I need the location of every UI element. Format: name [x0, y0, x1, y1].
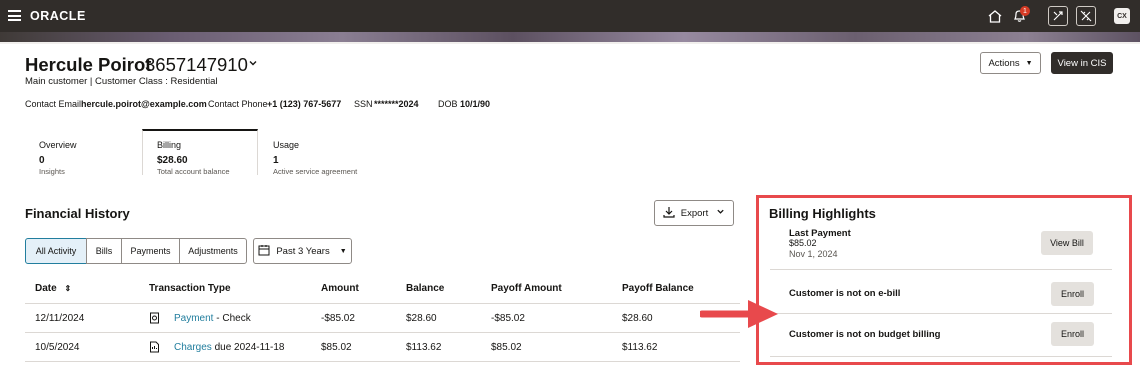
charges-link[interactable]: Charges [174, 342, 212, 353]
column-header-amount: Amount [321, 283, 359, 294]
cell-amount: $85.02 [321, 342, 352, 353]
table-divider [25, 332, 740, 333]
panel-divider [770, 356, 1112, 357]
dob-label: DOB [438, 99, 458, 109]
panel-divider [770, 269, 1112, 270]
cell-payoff-balance: $28.60 [622, 313, 653, 324]
dob-value: 10/1/90 [460, 99, 491, 109]
column-header-payoff-amount: Payoff Amount [491, 283, 562, 294]
sort-icon[interactable]: ⇕ [64, 284, 71, 293]
customer-name: Hercule Poirot [25, 54, 152, 75]
ssn-value: *******2024 [374, 99, 419, 109]
top-bar: ORACLE 1 CX [0, 0, 1140, 32]
notification-bell-icon[interactable]: 1 [1009, 6, 1030, 26]
table-divider [25, 361, 740, 362]
cell-date: 12/11/2024 [35, 313, 85, 324]
cell-transaction-type: Payment - Check [174, 313, 251, 324]
filter-payments[interactable]: Payments [121, 238, 180, 264]
callout-arrow-icon [700, 300, 778, 328]
filter-all-activity[interactable]: All Activity [25, 238, 87, 264]
view-in-cis-button[interactable]: View in CIS [1051, 52, 1113, 74]
oracle-logo: ORACLE [30, 9, 86, 23]
cell-payoff-balance: $113.62 [622, 342, 658, 353]
banner-divider [0, 42, 1140, 44]
column-header-payoff-balance: Payoff Balance [622, 283, 694, 294]
customer-subtitle: Main customer | Customer Class : Residen… [25, 76, 218, 87]
cell-transaction-type: Charges due 2024-11-18 [174, 342, 285, 353]
decorative-banner [0, 32, 1140, 42]
filter-bills[interactable]: Bills [86, 238, 122, 264]
contact-email: hercule.poirot@example.com [81, 99, 207, 109]
tools-icon[interactable] [1048, 6, 1068, 26]
notification-badge: 1 [1020, 6, 1030, 16]
caret-down-icon: ▼ [339, 247, 347, 255]
caret-down-icon: ▼ [1025, 59, 1033, 67]
calendar-icon [258, 244, 270, 259]
last-payment-amount: $85.02 [789, 238, 817, 248]
column-header-transaction-type: Transaction Type [149, 283, 231, 294]
avatar[interactable]: CX [1114, 8, 1130, 24]
actions-button[interactable]: Actions ▼ [980, 52, 1041, 74]
table-divider [25, 303, 740, 304]
cell-balance: $28.60 [406, 313, 437, 324]
panel-divider [770, 313, 1112, 314]
chevron-down-icon [716, 207, 725, 219]
ssn-label: SSN [354, 99, 373, 109]
receipt-icon [149, 312, 160, 327]
billing-card[interactable]: Billing $28.60 Total account balance [142, 129, 258, 176]
budget-billing-status-text: Customer is not on budget billing [789, 329, 941, 340]
disconnect-icon[interactable] [1076, 6, 1096, 26]
billing-highlights-title: Billing Highlights [769, 206, 876, 221]
filter-adjustments[interactable]: Adjustments [179, 238, 247, 264]
export-button[interactable]: Export [654, 200, 734, 226]
usage-card[interactable]: Usage 1 Active service agreement [259, 131, 375, 177]
column-header-date[interactable]: Date ⇕ [35, 283, 71, 294]
cell-amount: -$85.02 [321, 313, 355, 324]
payment-link[interactable]: Payment [174, 313, 213, 324]
contact-phone: +1 (123) 767-5677 [267, 99, 342, 109]
contact-phone-label: Contact Phone [208, 99, 268, 109]
download-icon [663, 206, 675, 221]
contact-email-label: Contact Email [25, 99, 82, 109]
bill-document-icon [149, 341, 160, 356]
home-icon[interactable] [985, 6, 1005, 26]
chevron-down-icon[interactable] [248, 56, 258, 71]
financial-history-title: Financial History [25, 206, 130, 221]
cell-date: 10/5/2024 [35, 342, 80, 353]
cell-payoff-amount: -$85.02 [491, 313, 525, 324]
view-bill-button[interactable]: View Bill [1041, 231, 1093, 255]
column-header-balance: Balance [406, 283, 445, 294]
enroll-ebill-button[interactable]: Enroll [1051, 282, 1094, 306]
period-select[interactable]: Past 3 Years ▼ [253, 238, 352, 264]
enroll-budget-button[interactable]: Enroll [1051, 322, 1094, 346]
last-payment-date: Nov 1, 2024 [789, 249, 838, 259]
hamburger-menu-icon[interactable] [8, 10, 21, 21]
cell-balance: $113.62 [406, 342, 442, 353]
overview-card[interactable]: Overview 0 Insights [25, 131, 141, 177]
ebill-status-text: Customer is not on e-bill [789, 288, 901, 299]
customer-account-id[interactable]: 3657147910 [145, 54, 248, 76]
cell-payoff-amount: $85.02 [491, 342, 522, 353]
